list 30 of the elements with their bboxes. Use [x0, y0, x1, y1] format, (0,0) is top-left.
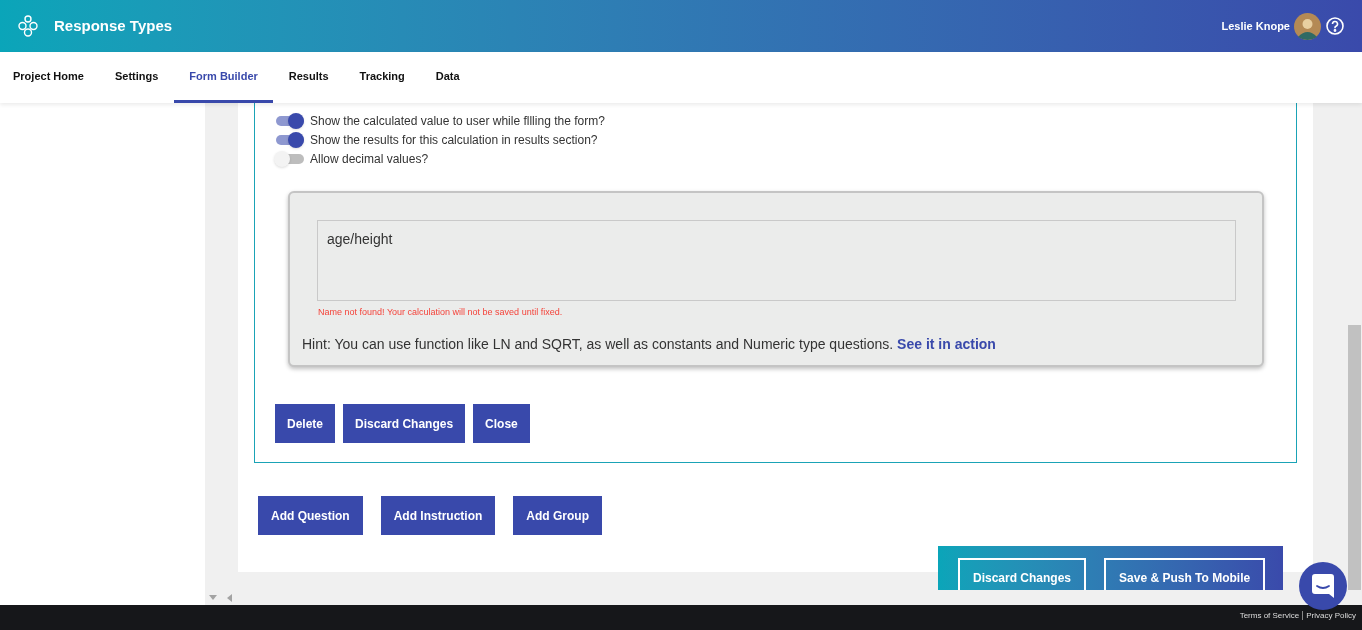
error-message: Name not found! Your calculation will not be saved until fixed.	[318, 306, 564, 319]
toggle-label: Allow decimal values?	[310, 150, 429, 168]
nav-tab[interactable]: Results	[288, 52, 329, 103]
add-button[interactable]: Add Instruction	[380, 496, 496, 535]
editor-button[interactable]: Discard Changes	[343, 404, 466, 443]
add-button[interactable]: Add Group	[513, 496, 602, 535]
editor-button[interactable]: Close	[473, 404, 530, 443]
see-it-in-action-link[interactable]: See it in action	[897, 335, 996, 352]
toggle-switch[interactable]	[274, 112, 304, 129]
nav-tab[interactable]: Data	[435, 52, 460, 103]
avatar-icon[interactable]	[1294, 12, 1321, 40]
help-icon[interactable]	[1326, 17, 1344, 35]
add-button[interactable]: Add Question	[258, 496, 363, 535]
app-title: Response Types	[54, 15, 173, 36]
user-name[interactable]: Leslie Knope	[1221, 17, 1290, 35]
toggle-switch[interactable]	[274, 131, 304, 148]
vertical-scrollbar[interactable]	[1345, 103, 1362, 590]
footer-link[interactable]: Terms of Service	[1239, 610, 1300, 622]
editor-button[interactable]: Delete	[275, 404, 336, 443]
formula-field[interactable]: age/height	[317, 220, 1236, 301]
nav-tab[interactable]: Tracking	[359, 52, 405, 103]
logo-icon	[18, 15, 38, 37]
toggle-label: Show the calculated value to user while fllling the form?	[310, 112, 605, 130]
toggle-label: Show the results for this calculation in results section?	[310, 131, 598, 149]
toggle-switch[interactable]	[274, 150, 304, 167]
nav-tab[interactable]: Settings	[114, 52, 159, 103]
footer-link[interactable]: Privacy Policy	[1306, 610, 1356, 622]
chat-icon	[1312, 574, 1334, 598]
nav-tab[interactable]: Project Home	[13, 52, 84, 103]
hint-text: Hint: You can use function like LN and SQRT, as well as constants and Numeric type questions. See it in action	[302, 334, 997, 354]
